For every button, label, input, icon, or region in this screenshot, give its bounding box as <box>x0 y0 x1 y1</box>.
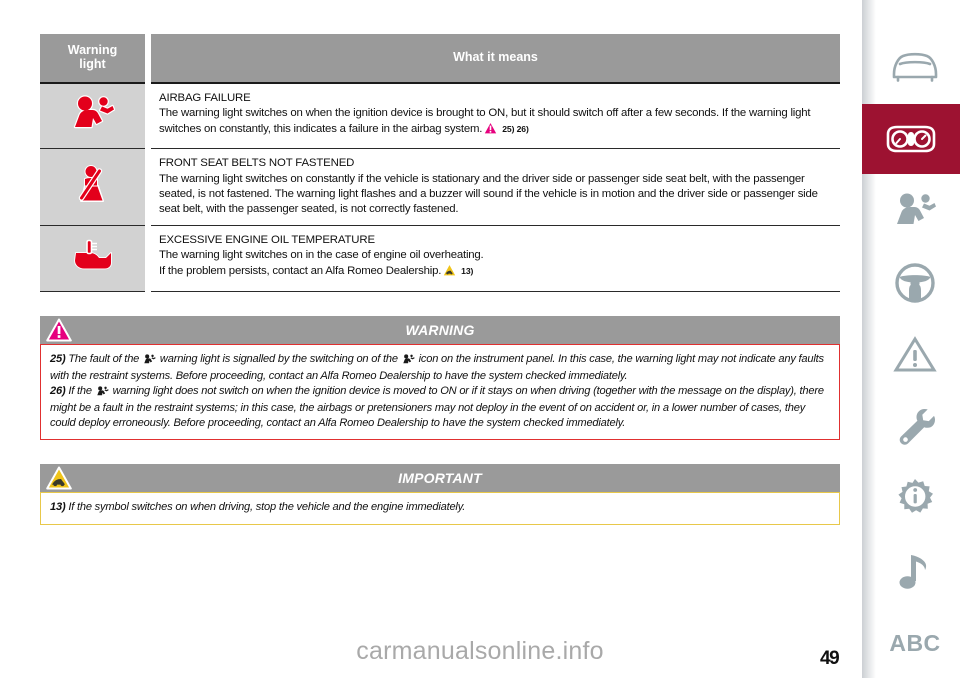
engine-oil-temperature-icon <box>73 239 112 270</box>
warning-note-26-part1: If the <box>68 384 92 397</box>
cell-warning-light-icon <box>40 148 151 227</box>
warning-triangle-pink-icon <box>46 318 72 342</box>
table-header-warning-light-line2: light <box>79 57 106 71</box>
sidebar-item-car-front[interactable] <box>870 32 960 102</box>
warning-note-25-part1: The fault of the <box>68 352 140 365</box>
abc-index-icon: ABC <box>889 629 941 656</box>
page-content: Warning light What it means AIRBAG FAILU… <box>40 34 840 525</box>
row-title: AIRBAG FAILURE <box>159 92 251 104</box>
table-row: EXCESSIVE ENGINE OIL TEMPERATURE The war… <box>40 225 840 292</box>
airbag-symbol-icon <box>402 353 415 370</box>
warning-note-25-part2: warning light is signalled by the switch… <box>159 352 398 365</box>
sidebar-item-safety[interactable] <box>870 176 960 246</box>
row-body: The warning light switches on constantly… <box>159 172 818 215</box>
cell-warning-light-icon <box>40 83 151 150</box>
sidebar-item-maintenance[interactable] <box>870 392 960 462</box>
sidebar-item-alphabetical-index[interactable]: ABC <box>870 608 960 678</box>
airbag-safety-icon <box>897 193 936 224</box>
info-gear-icon <box>898 479 933 513</box>
row-body: The warning light switches on when the i… <box>159 106 834 140</box>
cell-description: FRONT SEAT BELTS NOT FASTENED The warnin… <box>148 148 840 227</box>
cell-description: EXCESSIVE ENGINE OIL TEMPERATURE The war… <box>148 225 840 292</box>
sidebar-item-emergency[interactable] <box>870 320 960 390</box>
page-number: 49 <box>820 648 840 669</box>
warning-callout-box: 25) The fault of the warning light is si… <box>40 343 840 441</box>
important-triangle-yellow-icon <box>46 466 72 490</box>
table-header-what-it-means: What it means <box>148 34 840 84</box>
table-row: FRONT SEAT BELTS NOT FASTENED The warnin… <box>40 148 840 227</box>
chapter-sidebar: ABC <box>862 0 960 678</box>
row-title: FRONT SEAT BELTS NOT FASTENED <box>159 157 355 170</box>
airbag-symbol-icon <box>143 353 156 370</box>
warning-note-26-number: 26) <box>50 384 66 397</box>
important-note-13-number: 13) <box>50 501 66 514</box>
important-note-13: 13) If the symbol switches on when drivi… <box>50 500 830 515</box>
warning-light-table: Warning light What it means AIRBAG FAILU… <box>40 34 840 292</box>
sidebar-item-technical-info[interactable] <box>870 464 960 534</box>
important-callout-bar: IMPORTANT <box>40 464 840 493</box>
warning-note-26-part2: warning light does not switch on when th… <box>50 384 824 429</box>
table-header-row: Warning light What it means <box>40 34 840 84</box>
airbag-failure-icon <box>73 95 115 128</box>
row-refs: 13) <box>461 266 474 277</box>
warning-triangle-pink-icon <box>483 121 499 140</box>
sidebar-item-driving[interactable] <box>870 248 960 318</box>
seatbelt-not-fastened-icon <box>78 164 104 202</box>
cell-description: AIRBAG FAILURE The warning light switche… <box>148 83 840 150</box>
warning-callout-label: WARNING <box>405 321 475 338</box>
row-body-line1: The warning light switches on in the cas… <box>159 249 484 262</box>
sidebar-item-multimedia[interactable] <box>870 536 960 606</box>
car-front-icon <box>892 52 938 82</box>
cell-warning-light-icon <box>40 225 151 292</box>
important-callout-label: IMPORTANT <box>398 470 482 487</box>
wrench-icon <box>899 409 935 445</box>
row-refs: 25) 26) <box>502 124 529 135</box>
warning-triangle-icon <box>893 336 937 372</box>
table-row: AIRBAG FAILURE The warning light switche… <box>40 83 840 150</box>
important-note-13-text: If the symbol switches on when driving, … <box>68 501 466 514</box>
warning-callout-bar: WARNING <box>40 315 840 344</box>
page-sheet: Warning light What it means AIRBAG FAILU… <box>0 0 862 678</box>
important-callout-box: 13) If the symbol switches on when drivi… <box>40 492 840 525</box>
instrument-cluster-icon <box>886 125 936 153</box>
important-triangle-yellow-icon <box>442 263 457 282</box>
row-body-line2: If the problem persists, contact an Alfa… <box>159 263 834 282</box>
music-note-icon <box>899 555 927 589</box>
row-body-line2-text: If the problem persists, contact an Alfa… <box>159 265 442 278</box>
table-header-warning-light-line1: Warning <box>67 43 118 57</box>
sidebar-item-instrument-cluster[interactable] <box>862 104 960 174</box>
airbag-symbol-icon <box>96 386 109 402</box>
warning-note-25: 25) The fault of the warning light is si… <box>50 352 830 431</box>
row-title: EXCESSIVE ENGINE OIL TEMPERATURE <box>159 234 375 247</box>
steering-wheel-icon <box>895 263 935 303</box>
table-header-warning-light: Warning light <box>40 34 151 84</box>
warning-note-25-number: 25) <box>50 352 66 365</box>
